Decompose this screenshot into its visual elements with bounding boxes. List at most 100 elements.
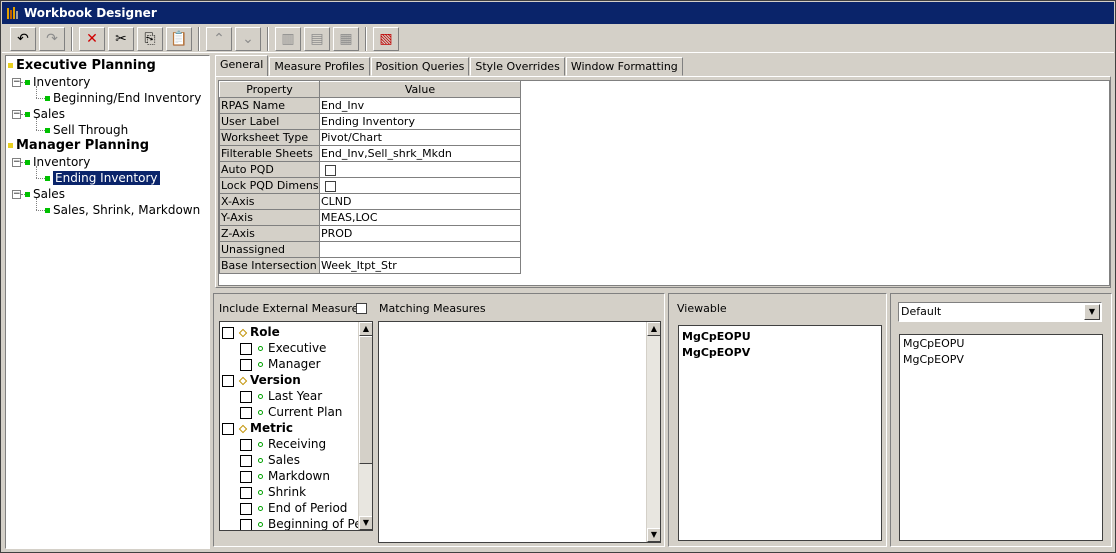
tree-item[interactable]: Sell Through — [45, 122, 128, 138]
collapse-icon[interactable]: − — [12, 110, 21, 119]
dimension-checkbox[interactable] — [240, 390, 252, 403]
tab-position-queries[interactable]: Position Queries — [370, 57, 470, 76]
profile-item[interactable]: MgCpEOPV — [903, 353, 964, 366]
delete-button[interactable]: ✕ — [79, 26, 105, 51]
viewable-item[interactable]: MgCpEOPU — [682, 330, 751, 343]
redo-button[interactable]: ↷ — [39, 26, 65, 51]
property-row[interactable]: Auto PQD — [219, 161, 521, 178]
copy-button[interactable]: ⎘ — [137, 26, 163, 51]
property-value[interactable]: PROD — [319, 225, 521, 242]
tab-style-overrides[interactable]: Style Overrides — [470, 57, 565, 76]
chevron-down-icon[interactable]: ▼ — [1084, 304, 1100, 320]
undo-button[interactable]: ↶ — [10, 26, 36, 51]
dimension-tree[interactable]: Role Executive Manager Version Last Year Curr… — [219, 321, 373, 531]
dimension-item[interactable]: Executive — [240, 340, 326, 356]
tree-item[interactable]: Inventory — [25, 154, 90, 170]
property-row[interactable]: X-Axis CLND — [219, 193, 521, 210]
dimension-item[interactable]: End of Period — [240, 500, 347, 516]
viewable-item[interactable]: MgCpEOPV — [682, 346, 750, 359]
scroll-up-icon[interactable]: ▲ — [359, 322, 372, 336]
collapse-icon[interactable]: − — [12, 158, 21, 167]
dimension-checkbox[interactable] — [240, 518, 252, 530]
property-value[interactable] — [319, 161, 521, 178]
dimension-checkbox[interactable] — [222, 422, 234, 435]
property-row[interactable]: RPAS Name End_Inv — [219, 97, 521, 114]
matching-measures-scrollbar[interactable]: ▲ ▼ — [646, 322, 660, 542]
matching-measures-list[interactable]: ▲ ▼ — [378, 321, 661, 543]
property-value[interactable]: MEAS,LOC — [319, 209, 521, 226]
collapse-icon[interactable]: − — [12, 78, 21, 87]
property-row[interactable]: Filterable Sheets End_Inv,Sell_shrk_Mkdn — [219, 145, 521, 162]
profile-dropdown[interactable]: Default ▼ — [898, 302, 1102, 322]
viewable-list[interactable]: MgCpEOPU MgCpEOPV — [678, 325, 882, 541]
tree-item[interactable]: Inventory — [25, 74, 90, 90]
tree-root-executive-planning[interactable]: Executive Planning — [8, 58, 156, 74]
property-value[interactable]: Ending Inventory — [319, 113, 521, 130]
property-row[interactable]: Y-Axis MEAS,LOC — [219, 209, 521, 226]
move-up-button[interactable]: ⌃ — [206, 26, 232, 51]
dimension-tree-scrollbar[interactable]: ▲ ▼ — [358, 322, 372, 530]
dimension-item[interactable]: Current Plan — [240, 404, 342, 420]
books-button[interactable]: ▥ — [275, 26, 301, 51]
dimension-checkbox[interactable] — [240, 470, 252, 483]
property-value[interactable]: Week_Itpt_Str — [319, 257, 521, 274]
tab-window-formatting[interactable]: Window Formatting — [565, 57, 683, 76]
dimension-checkbox[interactable] — [240, 342, 252, 355]
tree-item[interactable]: Sales — [25, 106, 65, 122]
dimension-item[interactable]: Markdown — [240, 468, 330, 484]
grid-button[interactable]: ▦ — [333, 26, 359, 51]
scroll-down-icon[interactable]: ▼ — [647, 528, 660, 542]
property-value[interactable]: End_Inv — [319, 97, 521, 114]
format-button[interactable]: ▧ — [373, 26, 399, 51]
move-down-button[interactable]: ⌄ — [235, 26, 261, 51]
property-row[interactable]: Worksheet Type Pivot/Chart — [219, 129, 521, 146]
tree-item[interactable]: Ending Inventory — [45, 170, 160, 186]
include-external-checkbox[interactable] — [356, 303, 367, 314]
workbook-tree[interactable]: Executive Planning Inventory − Beginning/En… — [5, 55, 210, 549]
property-value[interactable] — [319, 177, 521, 194]
window-button[interactable]: ▤ — [304, 26, 330, 51]
dimension-checkbox[interactable] — [240, 438, 252, 451]
dimension-item[interactable]: Receiving — [240, 436, 326, 452]
scroll-up-icon[interactable]: ▲ — [647, 322, 660, 336]
tab-general[interactable]: General — [215, 55, 269, 76]
property-checkbox[interactable] — [325, 164, 336, 176]
tree-item[interactable]: Beginning/End Inventory — [45, 90, 201, 106]
dimension-group[interactable]: Role — [222, 324, 280, 340]
property-value[interactable]: End_Inv,Sell_shrk_Mkdn — [319, 145, 521, 162]
collapse-icon[interactable]: − — [12, 190, 21, 199]
dimension-checkbox[interactable] — [240, 454, 252, 467]
dimension-checkbox[interactable] — [240, 486, 252, 499]
dimension-group[interactable]: Version — [222, 372, 301, 388]
tree-item[interactable]: Sales, Shrink, Markdown — [45, 202, 200, 218]
dimension-item[interactable]: Manager — [240, 356, 321, 372]
property-row[interactable]: Lock PQD Dimensi... — [219, 177, 521, 194]
dimension-checkbox[interactable] — [222, 374, 234, 387]
property-value[interactable]: Pivot/Chart — [319, 129, 521, 146]
cut-button[interactable]: ✂ — [108, 26, 134, 51]
property-row[interactable]: Base Intersection Week_Itpt_Str — [219, 257, 521, 274]
dimension-item[interactable]: Shrink — [240, 484, 306, 500]
property-value[interactable]: CLND — [319, 193, 521, 210]
property-row[interactable]: Unassigned — [219, 241, 521, 258]
dimension-checkbox[interactable] — [240, 406, 252, 419]
profile-list[interactable]: MgCpEOPU MgCpEOPV — [899, 334, 1103, 541]
tree-item[interactable]: Sales — [25, 186, 65, 202]
scroll-down-icon[interactable]: ▼ — [359, 516, 372, 530]
paste-button[interactable]: 📋 — [166, 26, 192, 51]
scroll-thumb[interactable] — [359, 336, 372, 464]
property-row[interactable]: Z-Axis PROD — [219, 225, 521, 242]
tree-root-manager-planning[interactable]: Manager Planning — [8, 138, 149, 154]
property-checkbox[interactable] — [325, 180, 336, 192]
profile-item[interactable]: MgCpEOPU — [903, 337, 964, 350]
dimension-checkbox[interactable] — [240, 502, 252, 515]
dimension-group[interactable]: Metric — [222, 420, 293, 436]
dimension-item[interactable]: Beginning of Pe — [240, 516, 362, 530]
tab-measure-profiles[interactable]: Measure Profiles — [269, 57, 370, 76]
dimension-item[interactable]: Sales — [240, 452, 300, 468]
property-row[interactable]: User Label Ending Inventory — [219, 113, 521, 130]
property-value[interactable] — [319, 241, 521, 258]
dimension-checkbox[interactable] — [240, 358, 252, 371]
dimension-checkbox[interactable] — [222, 326, 234, 339]
dimension-item[interactable]: Last Year — [240, 388, 322, 404]
